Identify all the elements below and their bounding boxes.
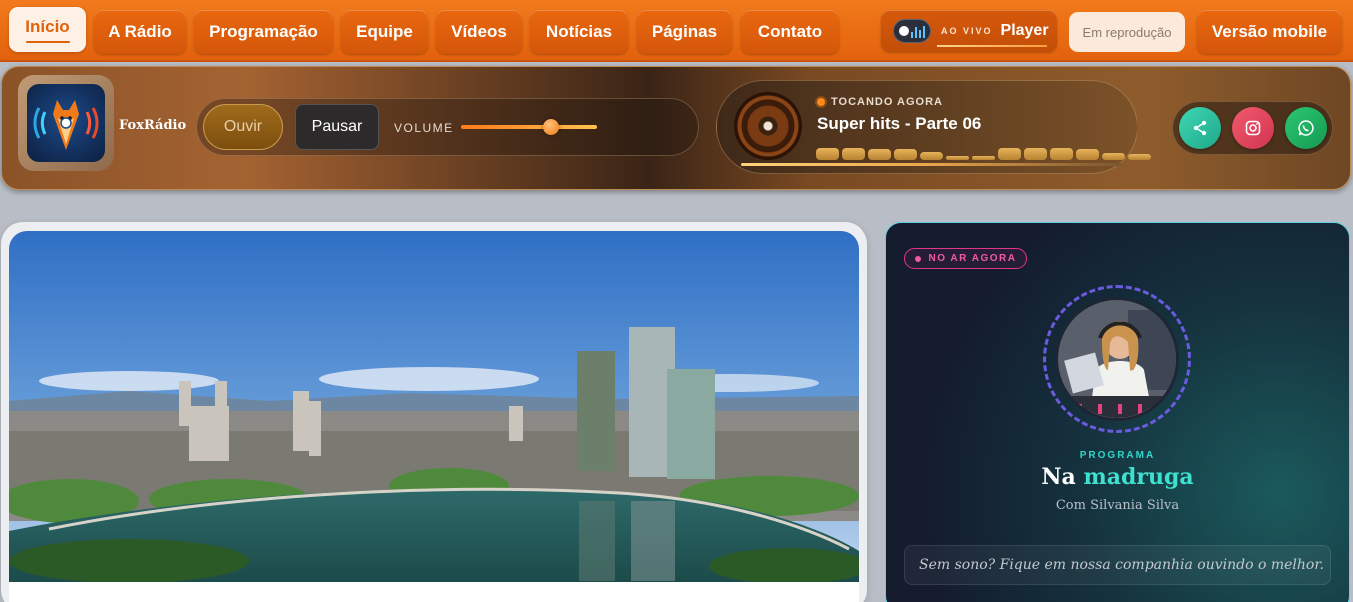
top-navigation: Início A Rádio Programação Equipe Vídeos… xyxy=(0,0,1353,62)
equalizer-bar xyxy=(972,156,995,160)
nav-noticias[interactable]: Notícias xyxy=(530,10,628,54)
vinyl-disc-icon xyxy=(734,92,802,160)
nav-programacao[interactable]: Programação xyxy=(194,10,333,54)
equalizer xyxy=(816,146,1151,160)
live-dot xyxy=(914,255,921,262)
volume-label: VOLUME xyxy=(394,121,454,135)
equalizer-bar xyxy=(946,156,969,160)
nav-paginas[interactable]: Páginas xyxy=(637,10,732,54)
program-title: Na madruga xyxy=(1041,464,1194,490)
listen-button[interactable]: Ouvir xyxy=(203,104,283,150)
nav-equipe[interactable]: Equipe xyxy=(341,10,428,54)
active-underline xyxy=(25,40,70,43)
host-avatar[interactable] xyxy=(1055,297,1179,421)
live-label: AO VIVO xyxy=(941,26,993,36)
mobile-version-button[interactable]: Versão mobile xyxy=(1197,10,1342,54)
city-skyline-image xyxy=(9,231,859,582)
instagram-icon xyxy=(1245,120,1261,136)
pause-button[interactable]: Pausar xyxy=(295,104,379,150)
nav-contato[interactable]: Contato xyxy=(741,10,839,54)
hero-caption-area xyxy=(9,582,859,602)
brand-name: FoxRádio xyxy=(119,118,187,133)
whatsapp-button[interactable] xyxy=(1285,107,1327,149)
equalizer-bar xyxy=(920,152,943,160)
fox-logo-icon xyxy=(27,84,105,162)
equalizer-bar xyxy=(1102,153,1125,160)
instagram-button[interactable] xyxy=(1232,107,1274,149)
nav-videos[interactable]: Vídeos xyxy=(436,10,522,54)
now-playing-tab[interactable]: Em reprodução xyxy=(1069,12,1185,52)
equalizer-bar xyxy=(868,149,891,160)
player-underline xyxy=(937,45,1047,47)
equalizer-bar xyxy=(842,148,865,160)
live-dot xyxy=(817,98,825,106)
track-title: Super hits - Parte 06 xyxy=(817,114,982,133)
share-button[interactable] xyxy=(1179,107,1221,149)
now-playing-underline xyxy=(741,163,1121,166)
equalizer-bar xyxy=(1024,148,1047,160)
program-description: Sem sono? Fique em nossa companhia ouvin… xyxy=(904,545,1331,585)
share-icon xyxy=(1193,120,1207,136)
now-playing-label: TOCANDO AGORA xyxy=(831,96,943,108)
player-toggle-icon xyxy=(893,19,931,43)
logo[interactable] xyxy=(18,75,114,171)
equalizer-bar xyxy=(998,148,1021,160)
equalizer-bar xyxy=(894,149,917,160)
equalizer-bar xyxy=(1128,154,1151,160)
equalizer-bar xyxy=(1076,149,1099,160)
equalizer-bar xyxy=(816,148,839,160)
whatsapp-icon xyxy=(1298,120,1314,136)
nav-a-radio[interactable]: A Rádio xyxy=(94,10,186,54)
volume-slider[interactable] xyxy=(461,119,597,135)
player-button[interactable]: AO VIVO Player xyxy=(881,10,1057,52)
on-air-badge: NO AR AGORA xyxy=(904,248,1027,269)
player-label: Player xyxy=(1000,22,1049,39)
volume-slider-thumb[interactable] xyxy=(542,119,559,135)
program-host: Com Silvania Silva xyxy=(1055,498,1180,513)
equalizer-bar xyxy=(1050,148,1073,160)
program-label: PROGRAMA xyxy=(1079,450,1156,461)
nav-inicio[interactable]: Início xyxy=(9,7,86,52)
